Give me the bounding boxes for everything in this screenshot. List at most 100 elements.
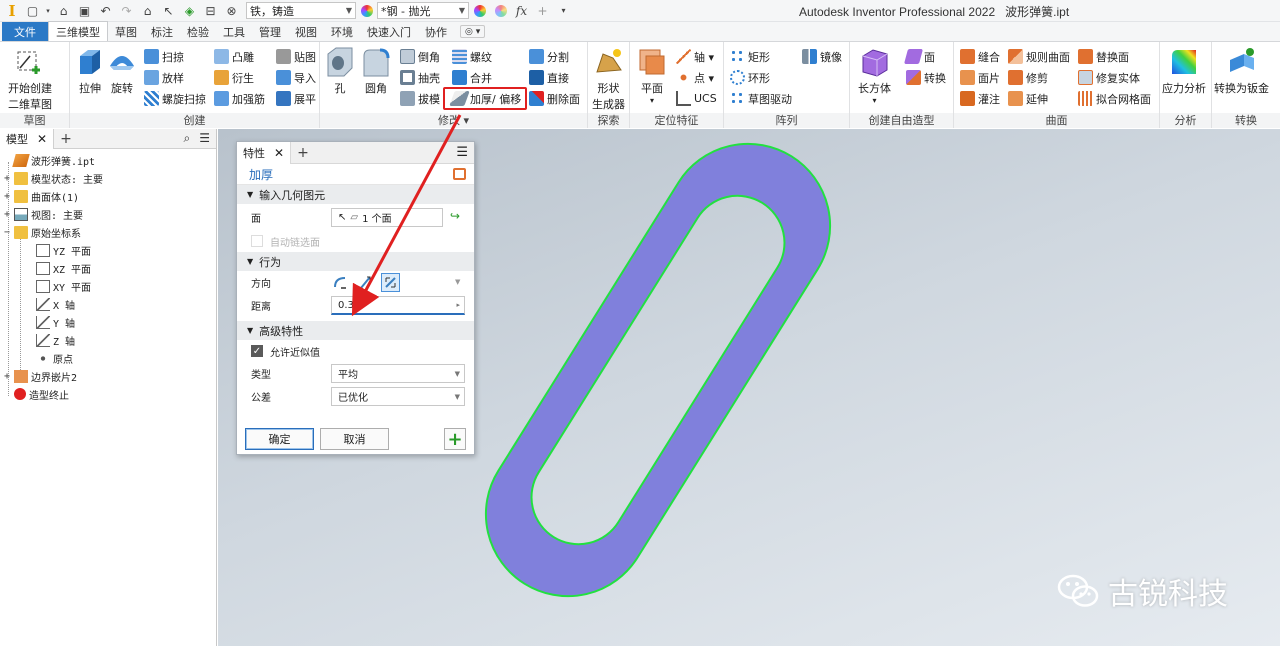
unwrap-button[interactable]: 展平 — [276, 89, 316, 108]
emboss-button[interactable]: 凸雕 — [214, 47, 254, 66]
tree-node[interactable]: XZ 平面 — [0, 259, 216, 277]
material-select[interactable]: 铁，铸造 ▼ — [246, 2, 356, 19]
browser-tab-model[interactable]: 模型 ✕ — [0, 128, 55, 149]
customize-qat-icon[interactable]: ▾ — [554, 2, 573, 20]
sketch-driven-pattern-button[interactable]: 草图驱动 — [730, 89, 792, 108]
tab-8[interactable]: 环境 — [324, 22, 360, 41]
close-icon[interactable]: ✕ — [274, 146, 284, 160]
tree-node[interactable]: 造型终止 — [0, 385, 216, 403]
ucs-button[interactable]: UCS — [676, 89, 717, 108]
tree-node[interactable]: + 曲面体(1) — [0, 187, 216, 205]
fx-parameters-icon[interactable]: fx — [512, 2, 531, 20]
tree-node[interactable]: + 视图: 主要 — [0, 205, 216, 223]
add-icon[interactable]: + — [533, 2, 552, 20]
clear-appearance-icon[interactable] — [491, 2, 510, 20]
inventor-logo[interactable]: I — [2, 1, 22, 21]
tab-7[interactable]: 视图 — [288, 22, 324, 41]
tree-node[interactable]: X 轴 — [0, 295, 216, 313]
tree-node[interactable]: XY 平面 — [0, 277, 216, 295]
select-icon[interactable]: ↖ — [159, 2, 178, 20]
patch-button[interactable]: 面片 — [960, 68, 1000, 87]
advanced-section[interactable]: ▼ 高级特性 — [237, 321, 474, 340]
cancel-button[interactable]: 取消 — [320, 428, 389, 450]
type-select[interactable]: 平均 ▼ — [331, 364, 465, 383]
rib-button[interactable]: 加强筋 — [214, 89, 265, 108]
stitch-button[interactable]: 缝合 — [960, 47, 1000, 66]
dropdown-icon[interactable]: ▾ — [44, 2, 52, 20]
tree-node[interactable]: 波形弹簧.ipt — [0, 151, 216, 169]
direction-2-button[interactable] — [356, 273, 375, 292]
tolerance-select[interactable]: 已优化 ▼ — [331, 387, 465, 406]
face-selector[interactable]: ↖ ▱ 1 个面 — [331, 207, 443, 227]
add-panel-icon[interactable]: + — [297, 145, 309, 161]
replace-face-button[interactable]: 替换面 — [1078, 47, 1129, 66]
tree-node[interactable]: + 模型状态: 主要 — [0, 169, 216, 187]
shell-button[interactable]: 抽壳 — [400, 68, 440, 87]
tab-4[interactable]: 检验 — [180, 22, 216, 41]
point-button[interactable]: 点 ▾ — [676, 68, 714, 87]
apply-add-button[interactable]: + — [444, 428, 466, 450]
tree-node[interactable]: + 边界嵌片2 — [0, 367, 216, 385]
undo-icon[interactable]: ↶ — [96, 2, 115, 20]
select-chain-icon[interactable]: ↪ — [450, 209, 460, 223]
tab-2[interactable]: 草图 — [108, 22, 144, 41]
ruled-surface-button[interactable]: 规则曲面 — [1008, 47, 1070, 66]
update-icon[interactable]: ◈ — [180, 2, 199, 20]
stress-analysis-button[interactable]: 应力分析 — [1162, 46, 1206, 96]
start-2d-sketch-button[interactable]: 开始创建 二维草图 — [8, 46, 52, 112]
allow-approx-checkbox[interactable]: ✓ — [251, 345, 263, 357]
redo-icon[interactable]: ↷ — [117, 2, 136, 20]
sculpt-button[interactable]: 灌注 — [960, 89, 1000, 108]
tab-0[interactable]: 文件 — [2, 22, 48, 41]
iproperties-icon[interactable]: ⊗ — [222, 2, 241, 20]
trim-button[interactable]: 修剪 — [1008, 68, 1048, 87]
axis-button[interactable]: 轴 ▾ — [676, 47, 714, 66]
tab-3[interactable]: 标注 — [144, 22, 180, 41]
repair-bodies-button[interactable]: 修复实体 — [1078, 68, 1140, 87]
ok-button[interactable]: 确定 — [245, 428, 314, 450]
behavior-section[interactable]: ▼ 行为 — [237, 252, 474, 271]
freeform-box-button[interactable]: 长方体 ▾ — [858, 46, 891, 105]
direction-symmetric-button[interactable] — [381, 273, 400, 292]
expand-toggle-icon[interactable]: + — [2, 209, 12, 220]
direct-button[interactable]: 直接 — [529, 68, 569, 87]
tree-node[interactable]: Z 轴 — [0, 331, 216, 349]
expand-toggle-icon[interactable]: + — [2, 371, 12, 382]
direction-1-button[interactable] — [331, 273, 350, 292]
tab-overflow-button[interactable]: ◎ ▾ — [460, 25, 486, 38]
appearance-select[interactable]: *钢 - 抛光 ▼ — [377, 2, 469, 19]
tab-1[interactable]: 三维模型 — [48, 21, 108, 41]
tree-node[interactable]: − 原始坐标系 — [0, 223, 216, 241]
split-button[interactable]: 分割 — [529, 47, 569, 66]
thread-button[interactable]: 螺纹 — [452, 47, 492, 66]
menu-icon[interactable]: ☰ — [456, 145, 468, 160]
freeform-convert-button[interactable]: 转换 — [906, 68, 946, 87]
extrude-button[interactable]: 拉伸 — [74, 46, 106, 96]
import-button[interactable]: 导入 — [276, 68, 316, 87]
convert-to-sheet-metal-button[interactable]: 转换为钣金 — [1214, 46, 1269, 96]
chevron-right-icon[interactable]: ▸ — [456, 301, 460, 309]
tab-6[interactable]: 管理 — [252, 22, 288, 41]
appearance-ball-icon[interactable] — [357, 2, 376, 20]
auto-chain-checkbox[interactable] — [251, 235, 263, 247]
save-icon[interactable]: ▣ — [75, 2, 94, 20]
input-geometry-section[interactable]: ▼ 输入几何图元 — [237, 185, 474, 204]
tab-10[interactable]: 协作 — [418, 22, 454, 41]
plane-button[interactable]: 平面 ▾ — [636, 46, 668, 105]
coil-button[interactable]: 螺旋扫掠 — [144, 89, 206, 108]
new-file-icon[interactable]: ▢ — [23, 2, 42, 20]
decal-button[interactable]: 贴图 — [276, 47, 316, 66]
adjust-appearance-icon[interactable] — [470, 2, 489, 20]
tab-9[interactable]: 快速入门 — [360, 22, 418, 41]
home-icon[interactable]: ⌂ — [138, 2, 157, 20]
tree-node[interactable]: Y 轴 — [0, 313, 216, 331]
open-folder-icon[interactable]: ⌂ — [54, 2, 73, 20]
tab-5[interactable]: 工具 — [216, 22, 252, 41]
hole-button[interactable]: 孔 — [324, 46, 356, 96]
tree-node[interactable]: 原点 — [0, 349, 216, 367]
derive-button[interactable]: 衍生 — [214, 68, 254, 87]
draft-button[interactable]: 拔模 — [400, 89, 440, 108]
mirror-button[interactable]: 镜像 — [802, 47, 842, 66]
close-icon[interactable]: ✕ — [37, 132, 47, 146]
menu-icon[interactable]: ☰ — [199, 131, 210, 146]
